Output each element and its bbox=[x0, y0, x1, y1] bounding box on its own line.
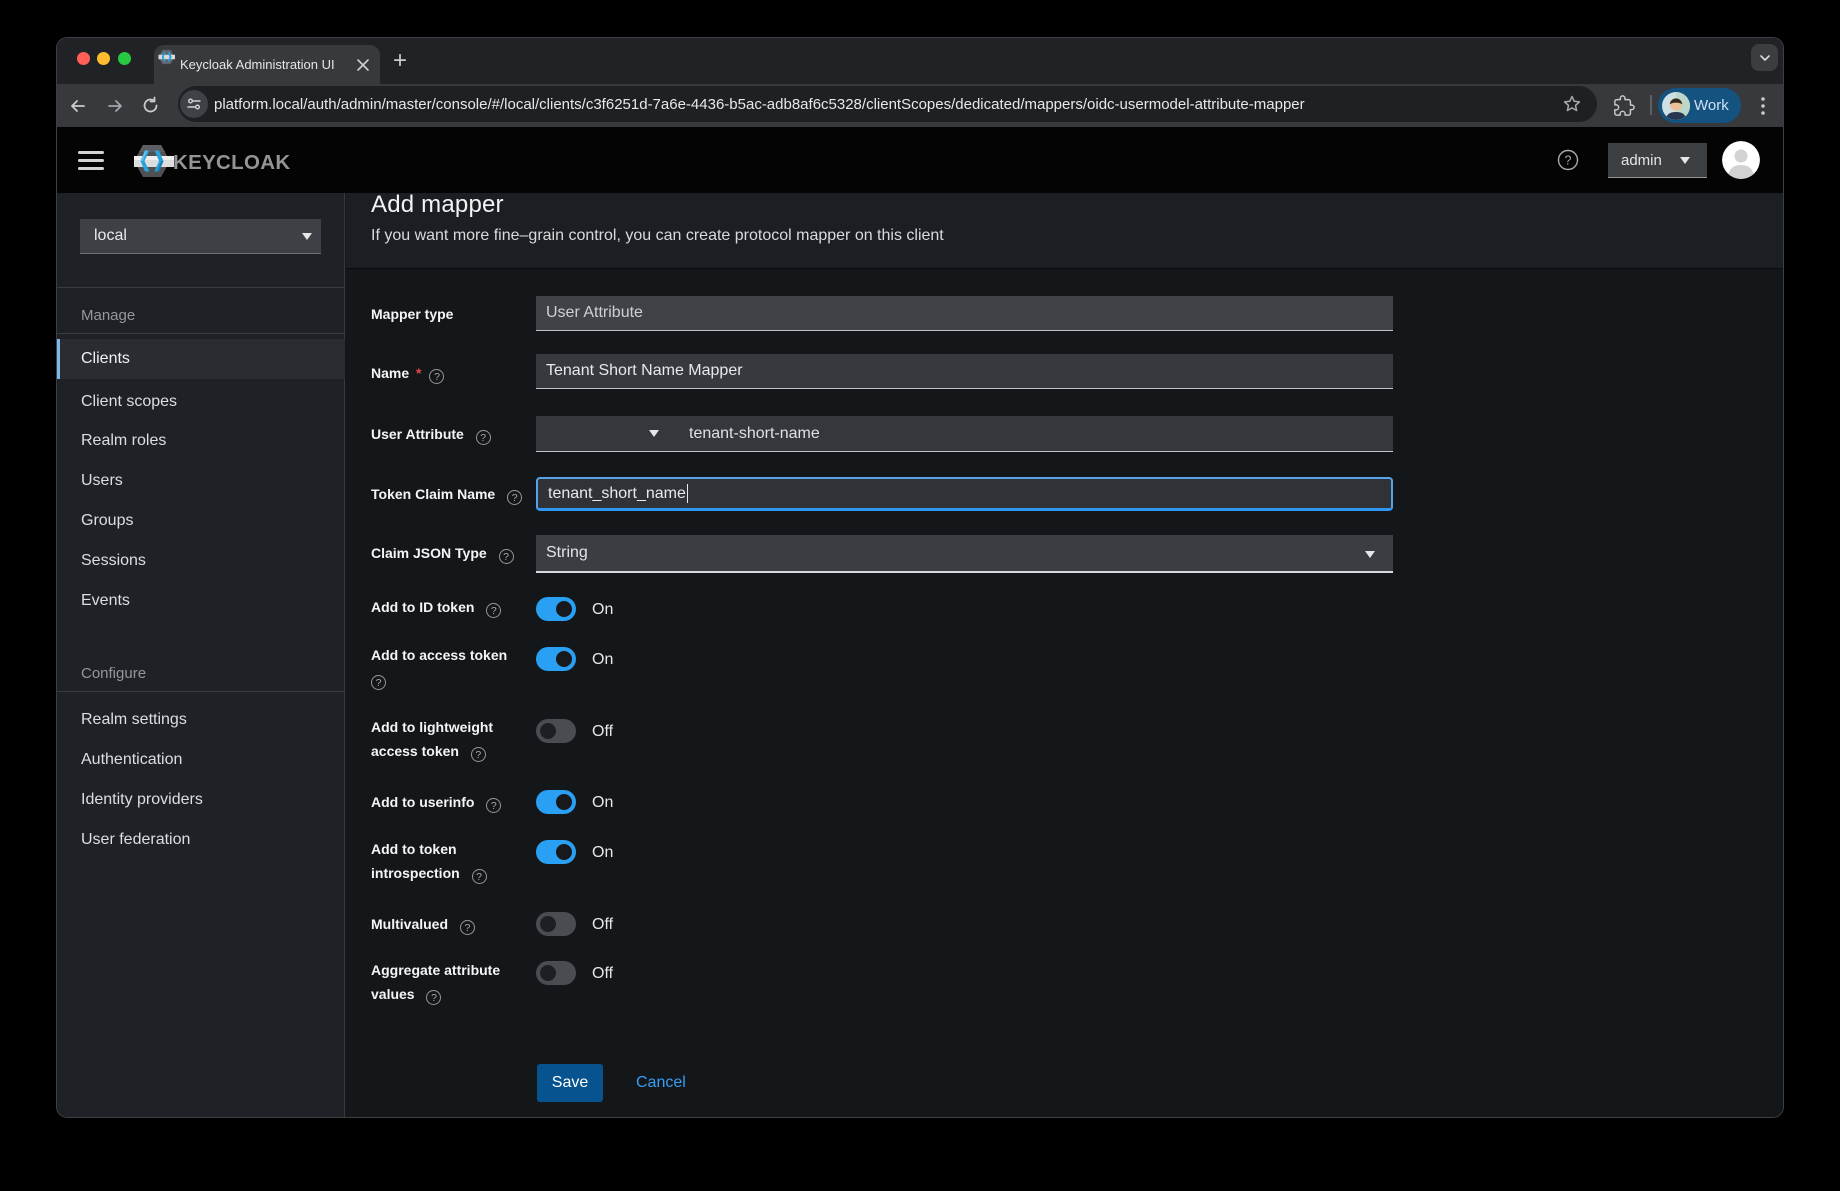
svg-text:?: ? bbox=[1565, 154, 1572, 168]
svg-text:KEYCLOAK: KEYCLOAK bbox=[173, 151, 290, 174]
